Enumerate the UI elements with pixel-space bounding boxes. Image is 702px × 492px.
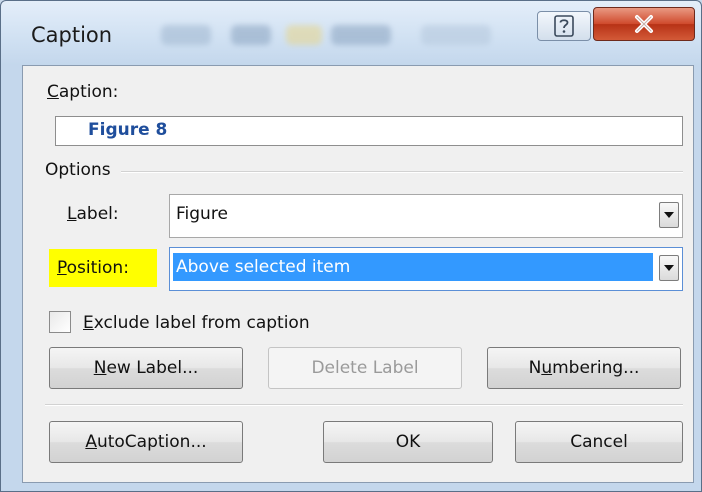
- label-dropdown[interactable]: Figure: [169, 194, 683, 238]
- help-button[interactable]: [537, 11, 591, 41]
- label-dropdown-arrow[interactable]: [659, 202, 679, 228]
- chevron-down-icon: [664, 211, 674, 218]
- label-field-label: Label:: [67, 204, 119, 224]
- position-dropdown[interactable]: Above selected item: [169, 247, 683, 291]
- chevron-down-icon: [664, 264, 674, 271]
- position-field-label: Position:: [57, 258, 129, 278]
- ok-button[interactable]: OK: [323, 421, 493, 463]
- autocaption-button[interactable]: AutoCaption...: [49, 421, 243, 463]
- position-dropdown-value: Above selected item: [176, 257, 351, 277]
- caption-input[interactable]: Figure 8: [55, 116, 683, 146]
- close-button[interactable]: [593, 7, 695, 41]
- position-selection: Above selected item: [173, 253, 653, 281]
- background-blur: [286, 25, 322, 45]
- caption-value: Figure 8: [88, 120, 168, 140]
- options-heading: Options: [45, 160, 111, 180]
- cancel-button[interactable]: Cancel: [515, 421, 683, 463]
- delete-label-button[interactable]: Delete Label: [268, 347, 462, 389]
- dialog-title: Caption: [31, 23, 113, 47]
- caption-label: Caption:: [47, 82, 119, 102]
- caption-dialog: Caption Caption: Figure 8 Options Label:…: [0, 0, 702, 492]
- exclude-label-checkbox[interactable]: [49, 311, 71, 333]
- options-separator: [121, 171, 683, 173]
- close-x-icon: [635, 15, 653, 33]
- bottom-separator: [45, 404, 683, 406]
- dialog-body: Caption: Figure 8 Options Label: Figure …: [22, 65, 694, 483]
- exclude-label-text: Exclude label from caption: [83, 313, 310, 333]
- help-question-icon: [554, 15, 574, 37]
- background-blur: [231, 25, 271, 45]
- label-dropdown-value: Figure: [176, 204, 228, 224]
- background-blur: [331, 25, 391, 45]
- background-blur: [421, 25, 491, 45]
- new-label-button[interactable]: New Label...: [49, 347, 243, 389]
- numbering-button[interactable]: Nu mbering...: [487, 347, 681, 389]
- position-dropdown-arrow[interactable]: [659, 255, 679, 281]
- background-blur: [161, 25, 211, 45]
